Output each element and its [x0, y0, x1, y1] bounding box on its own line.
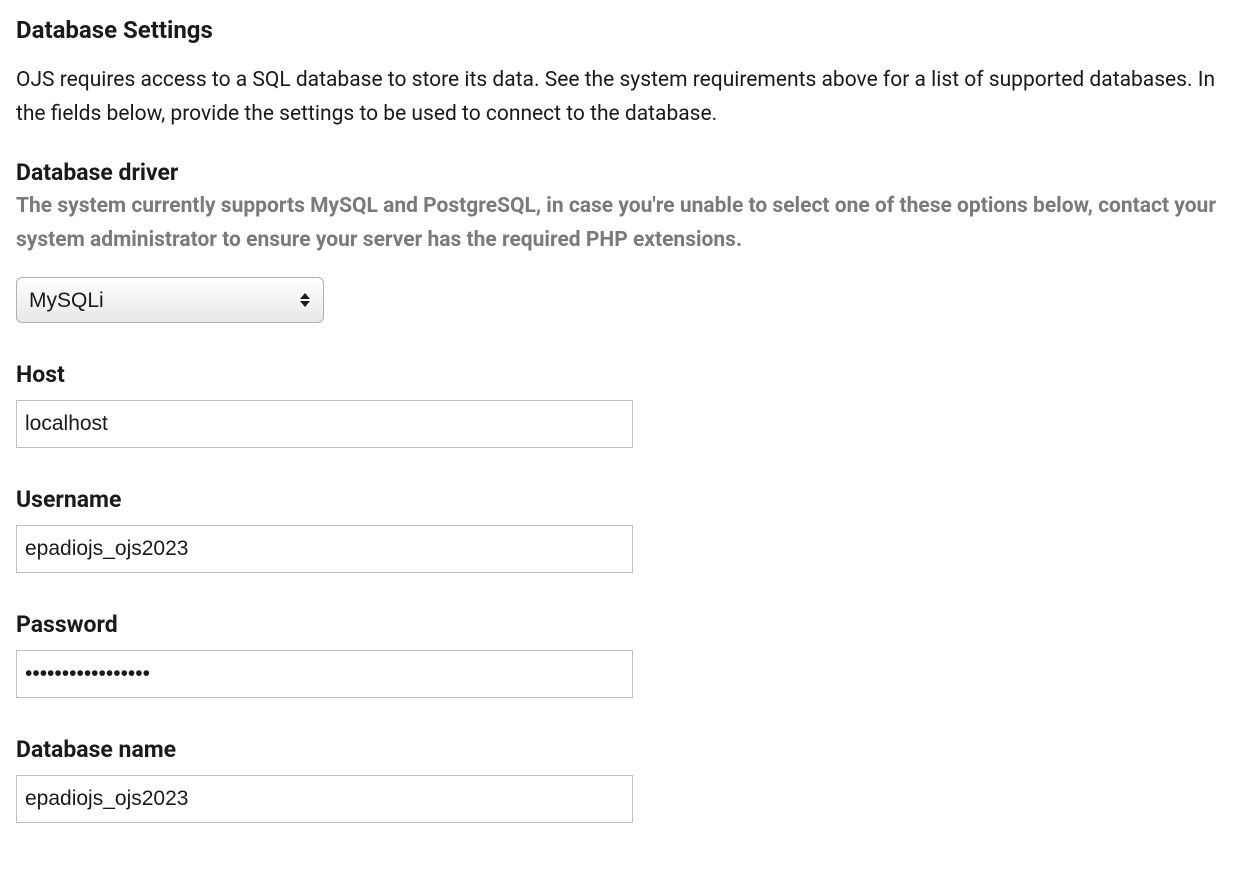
password-label: Password	[16, 611, 1242, 638]
database-driver-select-wrapper: MySQLi	[16, 277, 324, 323]
username-input[interactable]	[16, 525, 633, 573]
database-name-field-group: Database name	[16, 736, 1242, 823]
username-label: Username	[16, 486, 1242, 513]
host-label: Host	[16, 361, 1242, 388]
database-settings-heading: Database Settings	[16, 16, 1242, 44]
password-input[interactable]	[16, 650, 633, 698]
password-field-group: Password	[16, 611, 1242, 698]
host-input[interactable]	[16, 400, 633, 448]
database-driver-field-group: Database driver The system currently sup…	[16, 159, 1242, 323]
database-driver-help: The system currently supports MySQL and …	[16, 190, 1242, 257]
host-field-group: Host	[16, 361, 1242, 448]
username-field-group: Username	[16, 486, 1242, 573]
database-driver-label: Database driver	[16, 159, 1242, 186]
database-name-label: Database name	[16, 736, 1242, 763]
database-driver-select[interactable]: MySQLi	[16, 277, 324, 323]
database-settings-description: OJS requires access to a SQL database to…	[16, 64, 1242, 131]
database-name-input[interactable]	[16, 775, 633, 823]
